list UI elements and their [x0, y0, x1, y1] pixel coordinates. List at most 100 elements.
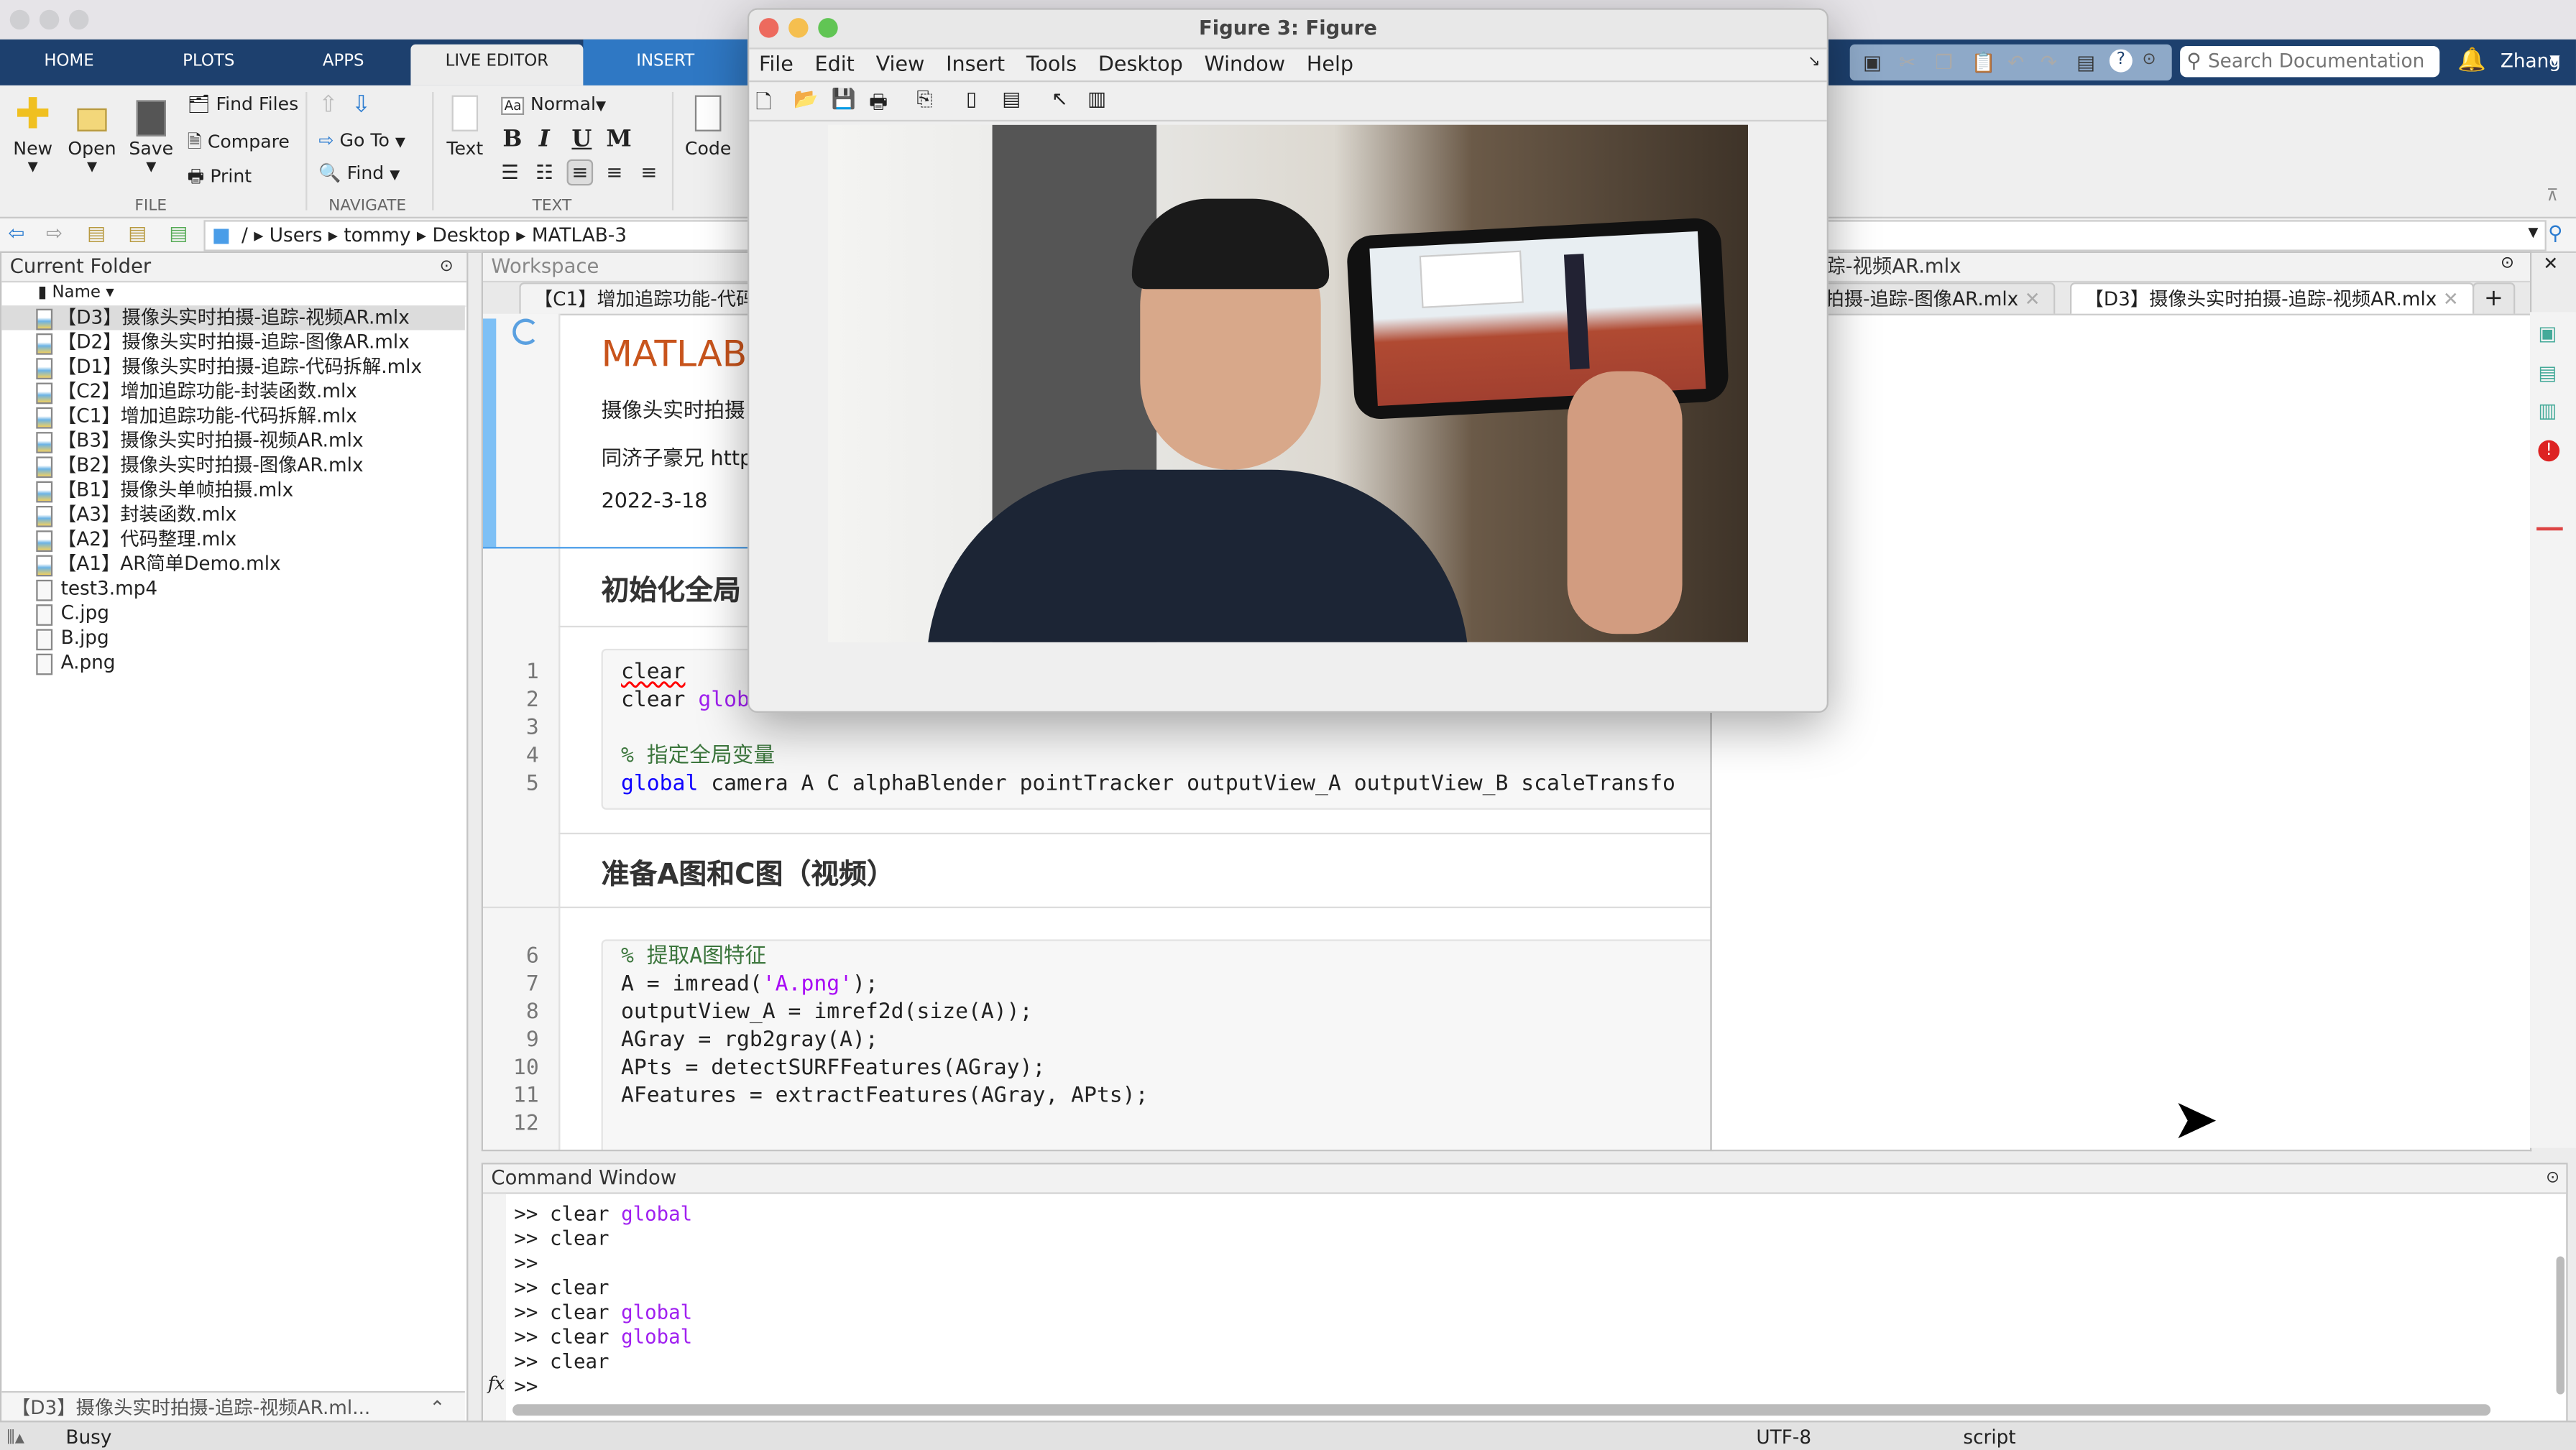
collapse-toolstrip-icon[interactable]: ⊼ [2547, 188, 2559, 206]
open-icon[interactable]: 📂 [794, 87, 818, 110]
file-list-item[interactable]: 【A3】封装函数.mlx [1, 502, 465, 527]
file-list-item[interactable]: test3.mp4 [1, 576, 465, 601]
legend-icon[interactable]: ▤ [1002, 87, 1021, 110]
output-right-icon[interactable]: ▤ [2538, 361, 2557, 384]
function-browser-icon[interactable]: fx [488, 1373, 505, 1395]
figure-title-bar[interactable]: Figure 3: Figure [749, 9, 1827, 50]
save-button[interactable]: Save ▼ [126, 92, 176, 174]
file-list-item[interactable]: 【C1】增加追踪功能-代码拆解.mlx [1, 404, 465, 429]
up-folder-icon[interactable]: ▤ [87, 222, 106, 245]
error-icon[interactable]: ! [2538, 440, 2560, 462]
cut-icon[interactable]: ✂ [1899, 51, 1915, 74]
close-tab-icon[interactable]: ✕ [2025, 287, 2041, 310]
panel-menu-icon[interactable]: ⊙ [2546, 1165, 2559, 1193]
breadcrumb-tommy[interactable]: tommy [344, 223, 410, 246]
refresh-folder-icon[interactable]: ▤ [169, 222, 188, 245]
close-window-button[interactable] [9, 9, 30, 30]
file-list-item[interactable]: 【C2】增加追踪功能-封装函数.mlx [1, 379, 465, 405]
numbered-list-icon[interactable]: ☷ [535, 161, 553, 184]
zoom-window-button[interactable] [68, 9, 89, 30]
breadcrumb-users[interactable]: Users [270, 223, 323, 246]
breadcrumb-matlab-3[interactable]: MATLAB-3 [532, 223, 627, 246]
copy-icon[interactable]: ❐ [1936, 51, 1954, 74]
name-column-header[interactable]: ▮ Name ▾ [1, 282, 467, 308]
minimize-window-button[interactable] [39, 9, 60, 30]
link-icon[interactable]: ⎘ [916, 87, 932, 111]
file-list-item[interactable]: 【D3】摄像头实时拍摄-追踪-视频AR.mlx [1, 305, 465, 331]
file-list-item[interactable]: 【B2】摄像头实时拍摄-图像AR.mlx [1, 453, 465, 479]
figure-menu-help[interactable]: Help [1307, 51, 1353, 75]
file-list-item[interactable]: 【A2】代码整理.mlx [1, 527, 465, 552]
browse-folder-icon[interactable]: ▤ [128, 222, 147, 245]
bulleted-list-icon[interactable]: ☰ [501, 161, 519, 184]
file-list-item[interactable]: 【B1】摄像头单帧拍摄.mlx [1, 478, 465, 503]
print-icon[interactable]: 🖶 [869, 87, 888, 121]
tab-plots[interactable]: PLOTS [156, 40, 261, 86]
paste-icon[interactable]: 📋 [1972, 51, 1996, 74]
figure-menu-tools[interactable]: Tools [1026, 51, 1077, 75]
code-lines-2[interactable]: % 提取A图特征 A = imread('A.png'); outputView_A… [621, 943, 1148, 1110]
file-list-item[interactable]: C.jpg [1, 601, 465, 626]
text-style-dropdown[interactable]: Aa Normal▼ [501, 93, 606, 115]
figure-menu-insert[interactable]: Insert [946, 51, 1005, 75]
editor-tab-c1[interactable]: 【C1】增加追踪功能-代码 [519, 282, 770, 314]
open-button[interactable]: Open ▼ [65, 92, 118, 174]
expand-details-icon[interactable]: ⌃ [429, 1393, 445, 1422]
save-icon[interactable]: ▣ [1863, 51, 1882, 74]
editor-tab-d2[interactable]: 拍摄-追踪-图像AR.mlx ✕ [1810, 282, 2056, 314]
vertical-scrollbar[interactable] [2556, 1256, 2564, 1395]
file-list-item[interactable]: 【D1】摄像头实时拍摄-追踪-代码拆解.mlx [1, 355, 465, 379]
redo-icon[interactable]: ↷ [2041, 51, 2057, 74]
find-button[interactable]: 🔍 Find ▼ [318, 162, 400, 184]
figure-menu-window[interactable]: Window [1204, 51, 1285, 75]
path-dropdown-icon[interactable]: ▼ [2528, 225, 2538, 240]
tab-live-editor[interactable]: LIVE EDITOR [410, 44, 584, 86]
code-button[interactable]: Code [684, 95, 733, 160]
figure-menu-desktop[interactable]: Desktop [1098, 51, 1183, 75]
help-icon[interactable]: ? [2109, 49, 2133, 73]
dock-figure-icon[interactable]: ↘ [1808, 54, 1820, 70]
new-tab-button[interactable]: + [2472, 282, 2515, 314]
output-inline-icon[interactable]: ▣ [2538, 322, 2557, 345]
file-list-item[interactable]: 【B3】摄像头实时拍摄-视频AR.mlx [1, 429, 465, 453]
align-right-icon[interactable]: ≡ [640, 161, 657, 184]
details-bar[interactable]: 【D3】摄像头实时拍摄-追踪-视频AR.ml... ⌃ [1, 1390, 465, 1422]
tab-home[interactable]: HOME [17, 40, 121, 86]
forward-icon[interactable]: ⇨ [46, 222, 63, 245]
file-list-item[interactable]: 【D2】摄像头实时拍摄-追踪-图像AR.mlx [1, 330, 465, 355]
print-button[interactable]: 🖶 Print [188, 162, 252, 193]
switch-windows-icon[interactable]: ▤ [2076, 51, 2095, 74]
error-marker[interactable] [2536, 527, 2563, 531]
file-list-item[interactable]: B.jpg [1, 626, 465, 651]
editor-tab-d3[interactable]: 【D3】摄像头实时拍摄-追踪-视频AR.mlx ✕ [2069, 282, 2474, 314]
command-prompt[interactable]: >> [514, 1375, 538, 1398]
back-icon[interactable]: ⇦ [8, 222, 24, 245]
tab-insert[interactable]: INSERT [583, 39, 748, 86]
tab-apps[interactable]: APPS [291, 40, 396, 86]
search-input[interactable] [2204, 47, 2438, 74]
arrow-up-icon[interactable]: ⇧ [318, 92, 338, 119]
user-menu-chevron-icon[interactable]: ▼ [2549, 52, 2559, 68]
figure-menu-edit[interactable]: Edit [815, 51, 855, 75]
new-figure-icon[interactable]: 🗋 [755, 87, 771, 121]
text-button[interactable]: Text [443, 95, 486, 160]
close-tab-icon[interactable]: ✕ [2443, 287, 2459, 310]
italic-button[interactable]: I [539, 126, 550, 153]
bold-button[interactable]: B [502, 126, 522, 153]
figure-menu-file[interactable]: File [759, 51, 794, 75]
search-documentation-field[interactable]: ⚲ [2180, 45, 2440, 78]
compare-button[interactable]: 🗎 Compare [188, 128, 290, 159]
underline-button[interactable]: U [571, 126, 592, 153]
property-editor-icon[interactable]: ▥ [1087, 87, 1106, 110]
arrow-down-icon[interactable]: ⇩ [351, 92, 371, 119]
pointer-icon[interactable]: ↖ [1052, 87, 1068, 110]
go-to-button[interactable]: ⇨ Go To ▼ [318, 130, 405, 152]
close-editor-icon[interactable]: ✕ [2543, 253, 2558, 274]
editor-menu-icon[interactable]: ⊙ [2501, 254, 2514, 272]
notification-bell-icon[interactable]: 🔔 [2457, 47, 2486, 74]
find-files-button[interactable]: 🗂 Find Files [188, 93, 299, 115]
breadcrumb-root[interactable]: / [242, 223, 248, 246]
search-folder-icon[interactable]: ⚲ [2548, 222, 2562, 245]
file-list-item[interactable]: 【A1】AR简单Demo.mlx [1, 552, 465, 577]
undo-icon[interactable]: ↶ [2007, 51, 2024, 74]
